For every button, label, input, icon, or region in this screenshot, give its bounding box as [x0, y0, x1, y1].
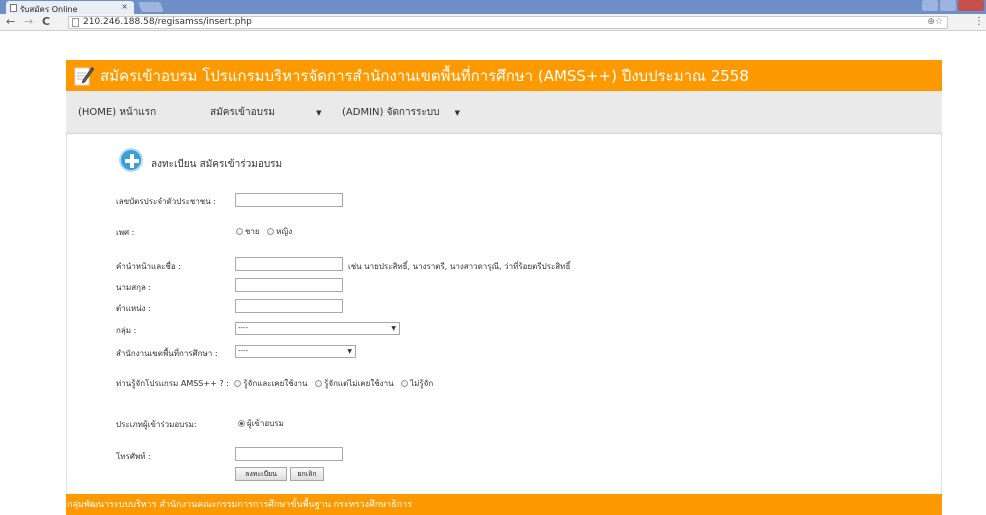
browser-toolbar: ← → C 210.246.188.58/regisamss/insert.ph…: [0, 14, 986, 31]
participant-type-radio-group: ผู้เข้าอบรม: [238, 417, 284, 430]
position-label: ตำแหน่ง :: [116, 304, 151, 313]
name-label: คำนำหน้าและชื่อ :: [116, 262, 181, 271]
page-title: สมัครเข้าอบรม โปรแกรมบริหารจัดการสำนักงา…: [100, 67, 749, 85]
position-input[interactable]: [235, 299, 343, 313]
id-label: เลขบัตรประจำตัวประชาชน :: [116, 197, 216, 206]
address-bar[interactable]: 210.246.188.58/regisamss/insert.php ⊕☆: [68, 16, 948, 29]
know-used-label: รู้จักและเคยใช้งาน: [243, 379, 308, 388]
chevron-down-icon: ▼: [454, 109, 460, 117]
main-navbar: (HOME) หน้าแรก สมัครเข้าอบรม ▼ (ADMIN) จ…: [66, 91, 942, 134]
nav-home-label: (HOME) หน้าแรก: [78, 107, 157, 118]
phone-input[interactable]: [235, 447, 343, 461]
surname-label: นามสกุล :: [116, 283, 152, 292]
form-heading: ลงทะเบียน สมัครเข้าร่วมอบรม: [151, 159, 283, 170]
sex-radio-group: ชาย หญิง: [236, 225, 292, 238]
nav-admin-label: (ADMIN) จัดการระบบ: [342, 107, 440, 118]
nav-home[interactable]: (HOME) หน้าแรก: [78, 91, 156, 134]
participant-radio-label: ผู้เข้าอบรม: [247, 419, 284, 428]
chevron-down-icon: ▼: [391, 325, 396, 332]
know-amss-radio-group: ท่านรู้จักโปรแกรม AMSS++ ? : รู้จักและเค…: [116, 377, 433, 390]
nav-register-label: สมัครเข้าอบรม: [210, 107, 275, 118]
reload-icon[interactable]: C: [42, 16, 50, 28]
sex-label: เพศ :: [116, 228, 135, 237]
group-select[interactable]: ---- ▼: [235, 322, 400, 335]
office-select[interactable]: ---- ▼: [235, 345, 356, 358]
close-tab-icon[interactable]: ×: [121, 2, 128, 11]
surname-input[interactable]: [235, 278, 343, 292]
chevron-down-icon: ▼: [316, 109, 322, 117]
forward-icon[interactable]: →: [24, 16, 33, 28]
cancel-button[interactable]: ยกเลิก: [290, 467, 324, 481]
group-select-value: ----: [238, 324, 249, 332]
sex-female-radio[interactable]: [267, 228, 275, 235]
office-select-value: ----: [238, 347, 249, 355]
participant-type-label: ประเภทผู้เข้าร่วมอบรม:: [116, 420, 197, 429]
know-amss-label: ท่านรู้จักโปรแกรม AMSS++ ? :: [116, 379, 229, 388]
participant-radio[interactable]: [238, 420, 245, 427]
browser-tab[interactable]: รับสมัคร Online ×: [6, 1, 134, 14]
footer-text: กลุ่มพัฒนาระบบบริหาร สำนักงานคณะกรรมการก…: [67, 500, 413, 510]
name-input[interactable]: [235, 257, 343, 271]
tab-title: รับสมัคร Online: [20, 5, 78, 14]
edit-document-icon: [74, 66, 94, 86]
browser-menu-icon[interactable]: ⋮: [974, 16, 984, 27]
new-tab-button[interactable]: [138, 2, 164, 12]
know-not-used-label: รู้จักแต่ไม่เคยใช้งาน: [324, 379, 394, 388]
group-label: กลุ่ม :: [116, 326, 137, 335]
close-window-icon[interactable]: [958, 0, 984, 11]
form-panel: [66, 134, 942, 494]
nav-admin-dropdown[interactable]: (ADMIN) จัดการระบบ ▼: [342, 91, 460, 134]
url-text: 210.246.188.58/regisamss/insert.php: [83, 17, 252, 27]
page-icon: [72, 18, 79, 27]
add-circle-icon: [119, 148, 143, 172]
know-used-radio[interactable]: [234, 380, 242, 387]
name-hint: เช่น นายประสิทธิ์, นางราตรี, นางสาวดารุณ…: [348, 262, 571, 271]
chevron-down-icon: ▼: [347, 348, 352, 355]
page-banner: สมัครเข้าอบรม โปรแกรมบริหารจัดการสำนักงา…: [66, 60, 942, 91]
citizen-id-input[interactable]: [235, 193, 343, 207]
page-icon: [10, 4, 17, 12]
sex-male-label: ชาย: [245, 227, 260, 236]
maximize-icon[interactable]: [940, 0, 956, 11]
back-icon[interactable]: ←: [6, 16, 15, 28]
window-controls: [922, 0, 984, 12]
minimize-icon[interactable]: [922, 0, 938, 11]
window-titlebar: รับสมัคร Online ×: [0, 0, 986, 14]
not-know-radio[interactable]: [401, 380, 409, 387]
office-label: สำนักงานเขตพื้นที่การศึกษา :: [116, 349, 218, 358]
phone-label: โทรศัพท์ :: [116, 452, 151, 461]
not-know-label: ไม่รู้จัก: [410, 379, 434, 388]
register-button[interactable]: ลงทะเบียน: [235, 467, 287, 481]
sex-male-radio[interactable]: [236, 228, 243, 235]
nav-register-dropdown[interactable]: สมัครเข้าอบรม ▼: [210, 91, 322, 134]
bookmark-star-icon[interactable]: ⊕☆: [927, 17, 943, 28]
page-footer: กลุ่มพัฒนาระบบบริหาร สำนักงานคณะกรรมการก…: [66, 494, 942, 515]
sex-female-label: หญิง: [276, 227, 293, 236]
know-not-used-radio[interactable]: [315, 380, 323, 387]
